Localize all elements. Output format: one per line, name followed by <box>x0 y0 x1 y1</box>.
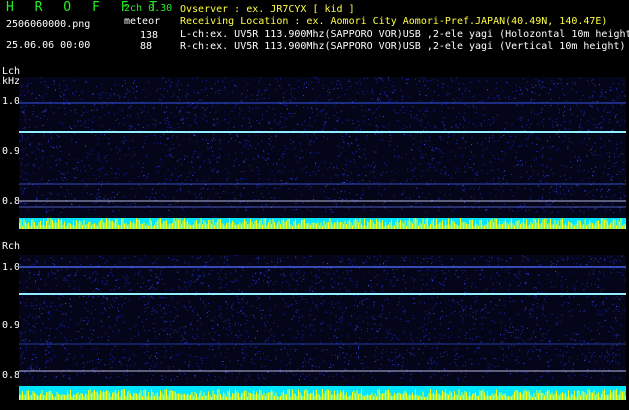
lch-ytick-1: 1.0 <box>2 96 21 107</box>
lch-count: 138 <box>140 30 159 41</box>
rch-label: Rch <box>2 241 21 252</box>
lch-info-line: L-ch:ex. UV5R 113.900Mhz(SAPPORO VOR)USB… <box>180 29 629 40</box>
rch-spectrogram <box>19 255 626 400</box>
file-name: 2506060000.png <box>6 19 91 30</box>
location-line: Receiving Location : ex. Aomori City Aom… <box>180 16 608 27</box>
rch-info-line: R-ch:ex. UV5R 113.900Mhz(SAPPORO VOR)USB… <box>180 41 626 52</box>
lch-background <box>19 77 626 229</box>
version-label: 2ch 0.30 <box>124 3 173 14</box>
rch-count: 88 <box>140 41 153 52</box>
rch-ytick-2: 0.9 <box>2 320 21 331</box>
rch-ytick-1: 1.0 <box>2 262 21 273</box>
mode-label: meteor <box>124 16 161 27</box>
observer-line: Ovserver : ex. JR7CYX [ kid ] <box>180 4 355 15</box>
lch-spectrogram <box>19 77 626 229</box>
lch-ytick-2: 0.9 <box>2 146 21 157</box>
lch-unit: kHz <box>2 76 21 87</box>
rch-ytick-3: 0.8 <box>2 370 21 381</box>
timestamp: 25.06.06 00:00 <box>6 40 91 51</box>
lch-ytick-3: 0.8 <box>2 196 21 207</box>
